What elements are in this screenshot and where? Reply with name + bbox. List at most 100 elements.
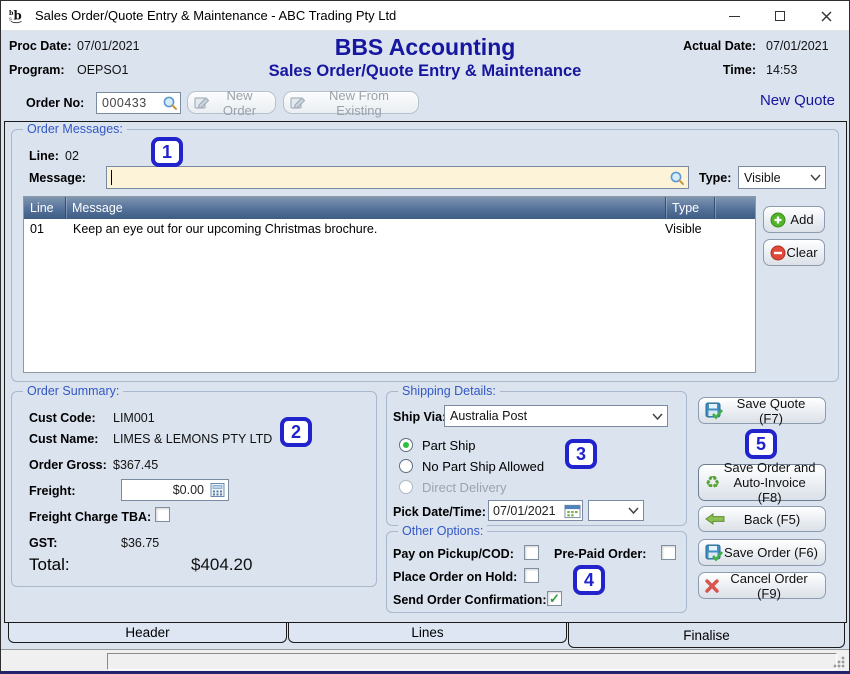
pick-date-input[interactable]: 07/01/2021 (488, 500, 583, 521)
cancel-order-label: Cancel Order (F9) (719, 571, 819, 601)
radio-direct-delivery-label: Direct Delivery (422, 480, 507, 495)
actual-date-label: Actual Date: (661, 39, 756, 53)
svg-text:b: b (14, 8, 22, 22)
chevron-down-icon (652, 413, 663, 420)
message-type-value: Visible (744, 171, 781, 185)
radio-no-part-ship-label: No Part Ship Allowed (422, 459, 544, 474)
maximize-icon (775, 11, 785, 21)
back-arrow-icon (705, 513, 725, 525)
gst-label: GST: (29, 536, 57, 550)
close-icon (821, 11, 832, 22)
tab-finalise[interactable]: Finalise (568, 623, 845, 648)
column-header-blank (714, 197, 755, 219)
actual-date-value: 07/01/2021 (766, 39, 829, 53)
order-no-label: Order No: (26, 96, 84, 110)
radio-direct-delivery[interactable] (399, 480, 413, 494)
message-line-label: Line: (29, 149, 59, 163)
app-icon: b s b (9, 7, 27, 25)
message-input[interactable] (106, 166, 689, 189)
time-value: 14:53 (766, 63, 797, 77)
total-label: Total: (29, 555, 70, 575)
minimize-icon (729, 16, 740, 17)
new-order-icon (194, 96, 210, 110)
radio-no-part-ship[interactable] (399, 459, 413, 473)
message-type-label: Type: (699, 171, 731, 185)
tab-header[interactable]: Header (8, 623, 287, 643)
clear-icon (770, 245, 786, 261)
other-options-legend: Other Options: (398, 524, 487, 538)
save-order-auto-invoice-label: Save Order and Auto-Invoice (F8) (720, 460, 819, 505)
save-order-label: Save Order (F6) (723, 545, 819, 560)
freight-tba-label: Freight Charge TBA: (29, 510, 151, 524)
save-quote-button[interactable]: Save Quote (F7) (698, 397, 826, 424)
prepaid-checkbox[interactable] (661, 545, 676, 560)
app-window: b s b Sales Order/Quote Entry & Maintena… (0, 0, 850, 674)
save-quote-label: Save Quote (F7) (723, 396, 819, 426)
text-caret (111, 170, 112, 185)
mode-indicator: New Quote (760, 92, 835, 109)
ship-via-select[interactable]: Australia Post (444, 405, 668, 427)
prepaid-label: Pre-Paid Order: (554, 547, 646, 561)
close-button[interactable] (803, 1, 849, 31)
message-line-value: 02 (65, 149, 79, 163)
message-type-select[interactable]: Visible (738, 166, 826, 189)
chevron-down-icon (810, 174, 821, 181)
maximize-button[interactable] (757, 1, 803, 31)
cancel-order-button[interactable]: Cancel Order (F9) (698, 572, 826, 599)
order-no-input[interactable]: 000433 (96, 92, 181, 114)
annotation-badge-1: 1 (151, 137, 183, 167)
calculator-icon[interactable] (209, 482, 226, 498)
shipping-details-legend: Shipping Details: (398, 384, 500, 398)
save-order-auto-invoice-button[interactable]: ♻ Save Order and Auto-Invoice (F8) (698, 464, 826, 501)
new-order-label: New Order (210, 88, 269, 118)
annotation-badge-4: 4 (573, 565, 605, 595)
cust-name-value: LIMES & LEMONS PTY LTD (113, 432, 272, 446)
annotation-badge-3: 3 (565, 439, 597, 469)
search-icon[interactable] (669, 170, 685, 186)
cell-type: Visible (665, 222, 714, 236)
tab-lines[interactable]: Lines (288, 623, 567, 643)
pick-time-select[interactable] (588, 500, 644, 521)
freight-tba-checkbox[interactable] (155, 507, 170, 522)
cust-name-label: Cust Name: (29, 432, 98, 446)
cell-line: 01 (24, 222, 65, 236)
freight-label: Freight: (29, 484, 76, 498)
freight-input[interactable]: $0.00 (121, 479, 229, 501)
confirmation-checkbox[interactable]: ✓ (547, 591, 562, 606)
add-button[interactable]: Add (763, 206, 825, 233)
radio-part-ship[interactable] (399, 438, 413, 452)
table-row[interactable]: 01 Keep an eye out for our upcoming Chri… (24, 219, 755, 239)
gst-value: $36.75 (121, 536, 159, 550)
new-from-existing-label: New From Existing (306, 88, 412, 118)
new-order-button[interactable]: New Order (187, 91, 276, 114)
search-icon[interactable] (162, 95, 178, 111)
hold-checkbox[interactable] (524, 568, 539, 583)
order-messages-legend: Order Messages: (23, 122, 127, 136)
resize-grip[interactable] (833, 656, 845, 668)
save-order-button[interactable]: Save Order (F6) (698, 539, 826, 566)
order-summary-legend: Order Summary: (23, 384, 123, 398)
cell-message: Keep an eye out for our upcoming Christm… (65, 222, 665, 236)
order-no-value: 000433 (102, 96, 147, 110)
titlebar: b s b Sales Order/Quote Entry & Maintena… (1, 1, 849, 31)
new-from-existing-button[interactable]: New From Existing (283, 91, 419, 114)
calendar-icon[interactable] (564, 503, 581, 519)
cust-code-value: LIM001 (113, 411, 155, 425)
pick-date-value: 07/01/2021 (493, 504, 556, 518)
clear-button[interactable]: Clear (763, 239, 825, 266)
order-gross-value: $367.45 (113, 458, 158, 472)
minimize-button[interactable] (711, 1, 757, 31)
table-header-row: Line Message Type (24, 197, 755, 219)
ship-via-value: Australia Post (450, 409, 527, 423)
time-label: Time: (661, 63, 756, 77)
save-quote-icon (705, 402, 723, 420)
save-order-icon (705, 544, 723, 562)
back-label: Back (F5) (725, 512, 819, 527)
pick-date-time-label: Pick Date/Time: (393, 505, 486, 519)
pay-on-pickup-checkbox[interactable] (524, 545, 539, 560)
order-messages-table[interactable]: Line Message Type 01 Keep an eye out for… (23, 196, 756, 373)
new-from-existing-icon (290, 96, 306, 110)
hold-label: Place Order on Hold: (393, 570, 517, 584)
radio-part-ship-label: Part Ship (422, 438, 475, 453)
back-button[interactable]: Back (F5) (698, 506, 826, 532)
